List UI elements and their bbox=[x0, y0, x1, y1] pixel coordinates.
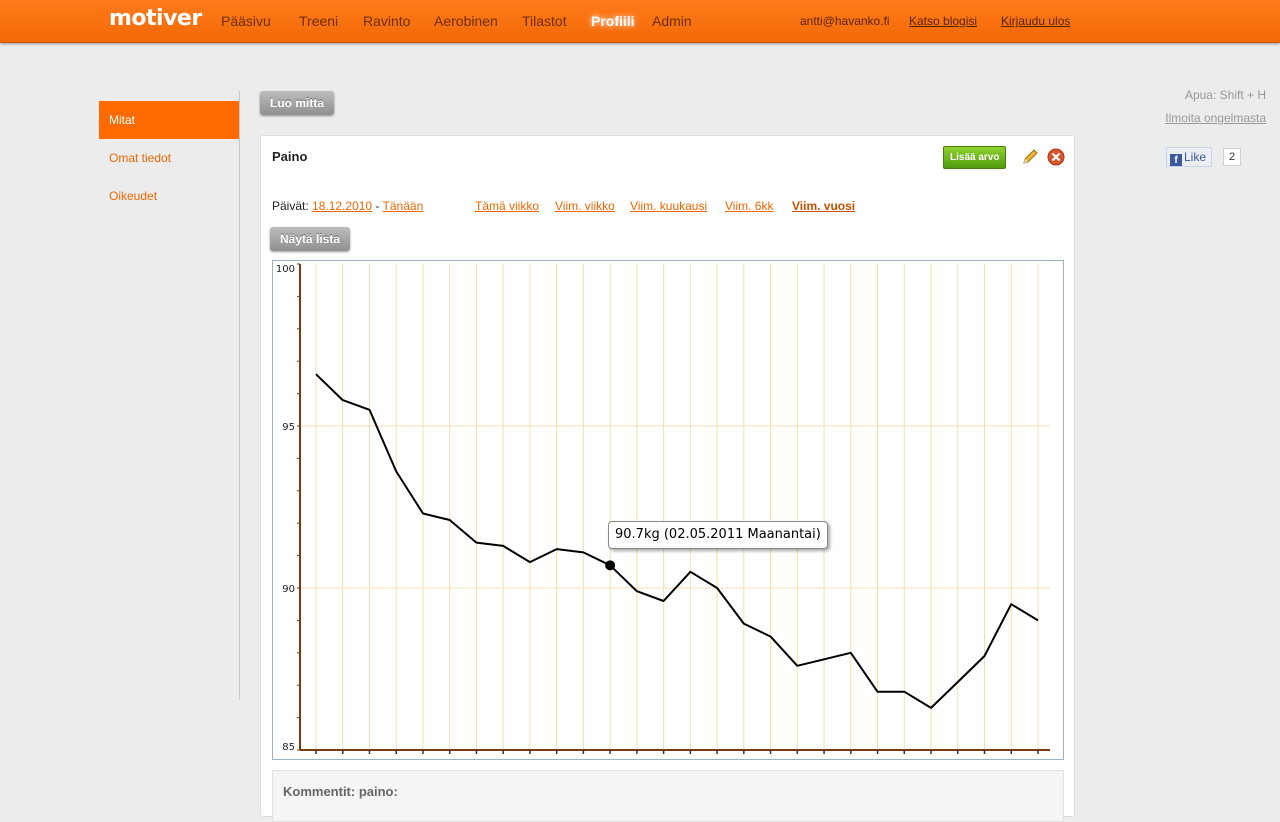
panel-title: Paino bbox=[272, 149, 308, 164]
nav-tilastot[interactable]: Tilastot bbox=[522, 13, 567, 29]
sidebar-item-omat-tiedot[interactable]: Omat tiedot bbox=[99, 139, 239, 177]
range-last-6-months[interactable]: Viim. 6kk bbox=[725, 199, 773, 213]
nav-profiili[interactable]: Profiili bbox=[591, 13, 635, 29]
range-this-week[interactable]: Tämä viikko bbox=[475, 199, 539, 213]
comments-section: Kommentit: paino: bbox=[272, 770, 1064, 822]
comments-label: Kommentit: paino: bbox=[283, 784, 398, 799]
range-last-month[interactable]: Viim. kuukausi bbox=[630, 199, 707, 213]
add-value-button[interactable]: Lisää arvo bbox=[943, 146, 1007, 169]
report-problem-link[interactable]: Ilmoita ongelmasta bbox=[1165, 111, 1266, 125]
nav-paasivu[interactable]: Pääsivu bbox=[221, 13, 271, 29]
nav-admin[interactable]: Admin bbox=[652, 13, 692, 29]
facebook-like-button[interactable]: f Like bbox=[1166, 147, 1213, 167]
nav-aerobinen[interactable]: Aerobinen bbox=[434, 13, 498, 29]
date-range-row: Päivät: 18.12.2010 - Tänään bbox=[272, 199, 423, 213]
y-tick-label: 90 bbox=[282, 584, 295, 595]
range-last-year[interactable]: Viim. vuosi bbox=[792, 199, 855, 213]
close-icon[interactable] bbox=[1046, 147, 1066, 167]
show-list-button[interactable]: Näytä lista bbox=[270, 227, 351, 251]
chart-svg: 85 90 95 100 bbox=[276, 263, 1050, 754]
pencil-icon[interactable] bbox=[1020, 147, 1040, 167]
sidebar: Mitat Omat tiedot Oikeudet bbox=[99, 91, 240, 700]
nav-treeni[interactable]: Treeni bbox=[299, 13, 338, 29]
user-email: antti@havanko.fi bbox=[800, 14, 890, 28]
nav-ravinto[interactable]: Ravinto bbox=[363, 13, 410, 29]
y-tick-label: 85 bbox=[282, 742, 295, 753]
y-tick-label: 100 bbox=[276, 264, 295, 275]
help-hint: Apua: Shift + H bbox=[1184, 88, 1266, 102]
create-measure-button[interactable]: Luo mitta bbox=[260, 91, 334, 115]
fb-like-label: Like bbox=[1184, 150, 1207, 164]
top-nav-bar: motiver Pääsivu Treeni Ravinto Aerobinen… bbox=[0, 0, 1280, 43]
sidebar-item-oikeudet[interactable]: Oikeudet bbox=[99, 177, 239, 215]
fb-like-count: 2 bbox=[1223, 148, 1242, 166]
range-last-week[interactable]: Viim. viikko bbox=[555, 199, 615, 213]
chart-tooltip: 90.7kg (02.05.2011 Maanantai) bbox=[608, 521, 828, 549]
date-to-link[interactable]: Tänään bbox=[383, 199, 424, 213]
facebook-icon: f bbox=[1170, 154, 1182, 166]
highlighted-data-point bbox=[605, 560, 616, 571]
sidebar-item-mitat[interactable]: Mitat bbox=[99, 101, 239, 139]
blog-link[interactable]: Katso blogisi bbox=[909, 14, 977, 28]
date-separator: - bbox=[372, 199, 383, 213]
date-from-link[interactable]: 18.12.2010 bbox=[312, 199, 372, 213]
y-tick-label: 95 bbox=[282, 422, 295, 433]
measure-panel: Paino Lisää arvo Päivät: 18.12.2010 - Tä… bbox=[260, 135, 1075, 822]
motiver-logo[interactable]: motiver bbox=[109, 6, 202, 31]
logout-link[interactable]: Kirjaudu ulos bbox=[1001, 14, 1070, 28]
weight-chart: 85 90 95 100 bbox=[272, 260, 1064, 760]
dates-label: Päivät: bbox=[272, 199, 309, 213]
